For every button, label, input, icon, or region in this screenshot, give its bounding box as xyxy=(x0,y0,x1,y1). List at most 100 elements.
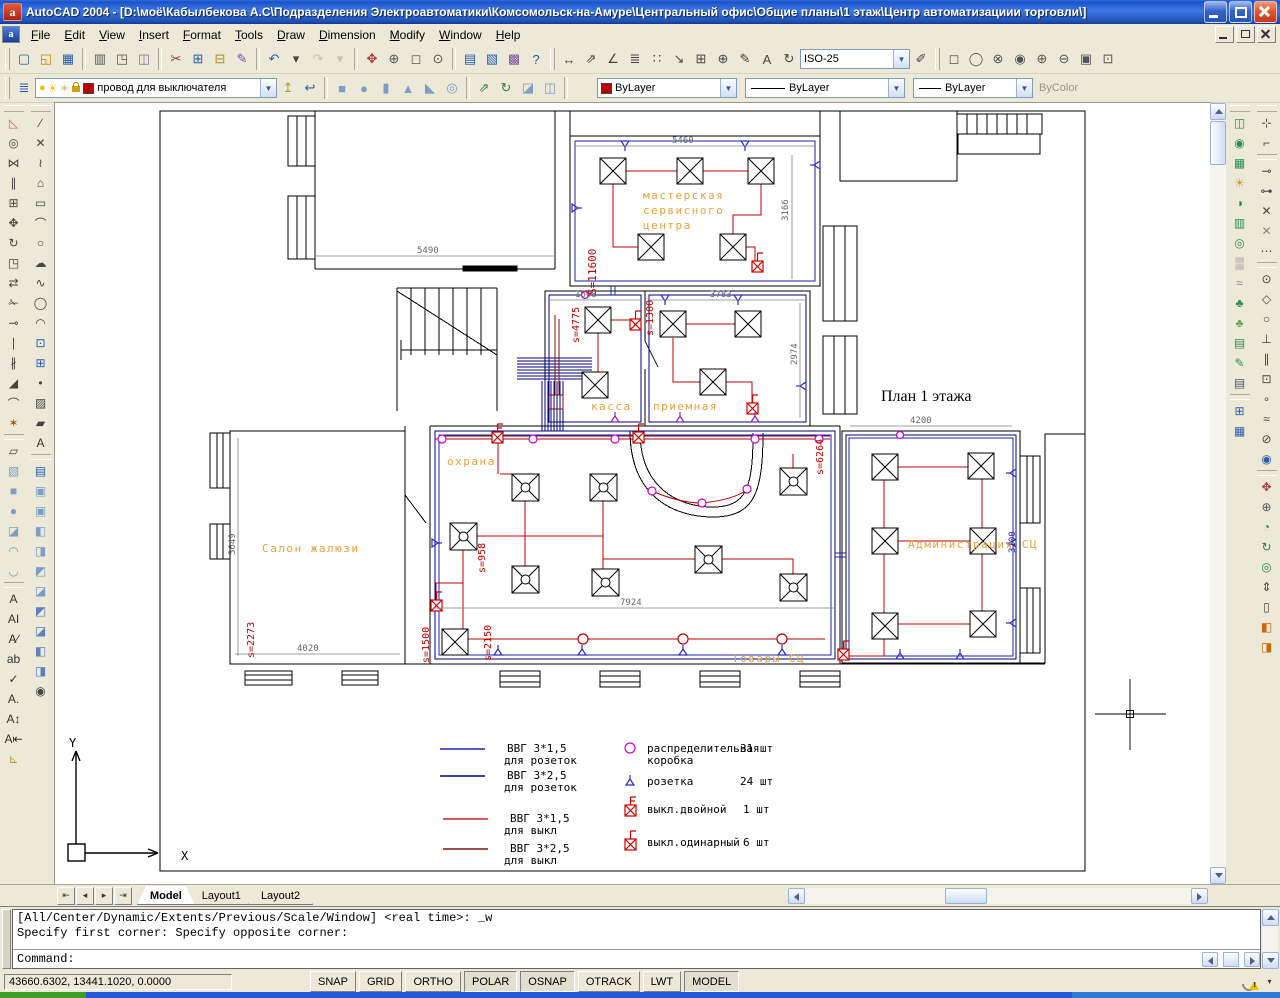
fog-icon[interactable]: ≈ xyxy=(1228,273,1252,293)
toolbar-grip[interactable] xyxy=(1230,105,1250,112)
move-icon[interactable]: ✥ xyxy=(2,213,26,233)
single-line-text-icon[interactable]: AI xyxy=(2,609,26,629)
command-text-area[interactable]: [All/Center/Dynamic/Extents/Previous/Sca… xyxy=(12,909,1261,969)
command-horizontal-scrollbar[interactable] xyxy=(1202,952,1258,966)
landscape-library-icon[interactable]: ▤ xyxy=(1228,333,1252,353)
hide-icon[interactable]: ◫ xyxy=(1228,113,1252,133)
text-style-icon[interactable]: A. xyxy=(2,689,26,709)
tool-palettes-icon[interactable]: ▩ xyxy=(503,48,525,70)
designcenter-icon[interactable]: ▧ xyxy=(481,48,503,70)
snap-apparent-intersection-icon[interactable]: ✕ xyxy=(1255,221,1279,241)
model-toggle[interactable]: MODEL xyxy=(684,971,739,992)
chevron-down-icon[interactable]: ▼ xyxy=(1016,79,1032,97)
render-preferences-icon[interactable]: ✎ xyxy=(1228,353,1252,373)
snap-quadrant-icon[interactable]: ◇ xyxy=(1255,289,1279,309)
layer-on-icon[interactable]: ● xyxy=(39,82,46,94)
erase-icon[interactable]: ◺ xyxy=(2,113,26,133)
revolve-icon[interactable]: ↻ xyxy=(495,77,517,99)
layer-properties-manager-icon[interactable]: ≣ xyxy=(13,77,35,99)
zoom-previous-icon[interactable]: ⊙ xyxy=(427,48,449,70)
surface-sphere-icon[interactable]: ● xyxy=(2,501,26,521)
chevron-down-icon[interactable]: ▼ xyxy=(720,79,736,97)
solid-torus-icon[interactable]: ◎ xyxy=(441,77,463,99)
menu-dimension[interactable]: Dimension xyxy=(312,26,383,44)
solid-sphere-icon[interactable]: ● xyxy=(353,77,375,99)
redo-dropdown-icon[interactable]: ▾ xyxy=(329,48,351,70)
dim-style-combo[interactable]: ISO-25 ▼ xyxy=(800,49,910,69)
scroll-right-icon[interactable] xyxy=(1191,888,1208,904)
3d-orbit-icon[interactable]: ◔ xyxy=(1255,517,1279,537)
explode-icon[interactable]: ✶ xyxy=(2,413,26,433)
view-bottom-icon[interactable]: ▣ xyxy=(29,501,53,521)
materials-library-icon[interactable]: ▥ xyxy=(1228,213,1252,233)
tab-layout2[interactable]: Layout2 xyxy=(248,886,313,905)
scroll-down-icon[interactable] xyxy=(1262,952,1279,969)
extend-icon[interactable]: ⊸ xyxy=(2,313,26,333)
array-icon[interactable]: ⊞ xyxy=(2,193,26,213)
toolbar-grip[interactable] xyxy=(935,48,940,70)
dish-icon[interactable]: ◡ xyxy=(2,561,26,581)
coordinates-readout[interactable]: 43660.6302, 13441.1020, 0.0000 xyxy=(4,974,232,990)
ellipse-arc-icon[interactable]: ◠ xyxy=(29,313,53,333)
scroll-up-icon[interactable] xyxy=(1210,103,1226,120)
snap-perpendicular-icon[interactable]: ⊥ xyxy=(1255,329,1279,349)
ortho-toggle[interactable]: ORTHO xyxy=(405,971,461,992)
spell-check-icon[interactable]: ✓ xyxy=(2,669,26,689)
rectangle-icon[interactable]: ▭ xyxy=(29,193,53,213)
view-nw-iso-icon[interactable]: ◨ xyxy=(29,661,53,681)
zoom-center-icon[interactable]: ◉ xyxy=(1009,48,1031,70)
view-left-icon[interactable]: ◧ xyxy=(29,521,53,541)
prev-tab-icon[interactable]: ◂ xyxy=(76,887,94,905)
menu-file[interactable]: File xyxy=(24,26,57,44)
layer-thaw-icon[interactable]: ☀ xyxy=(48,82,58,95)
toolbar-grip[interactable] xyxy=(4,105,24,112)
mtext-icon[interactable]: A xyxy=(2,589,26,609)
save-icon[interactable]: ▦ xyxy=(57,48,79,70)
redo-icon[interactable]: ↷ xyxy=(307,48,329,70)
zoom-in-icon[interactable]: ⊕ xyxy=(1031,48,1053,70)
next-tab-icon[interactable]: ▸ xyxy=(95,887,113,905)
tab-layout1[interactable]: Layout1 xyxy=(189,886,254,905)
solid-box-icon[interactable]: ■ xyxy=(331,77,353,99)
surface-box-icon[interactable]: ■ xyxy=(2,481,26,501)
slice-icon[interactable]: ◪ xyxy=(517,77,539,99)
scenes-icon[interactable]: ▦ xyxy=(1228,153,1252,173)
stretch-icon[interactable]: ⇄ xyxy=(2,273,26,293)
back-clip-icon[interactable]: ◨ xyxy=(1255,637,1279,657)
scale-icon[interactable]: ◳ xyxy=(2,253,26,273)
solid-cylinder-icon[interactable]: ▮ xyxy=(375,77,397,99)
toolbar-grip[interactable] xyxy=(1257,105,1277,112)
view-ne-iso-icon[interactable]: ◧ xyxy=(29,641,53,661)
circle-icon[interactable]: ○ xyxy=(29,233,53,253)
justify-text-icon[interactable]: A⇤ xyxy=(2,729,26,749)
toolbar-grip[interactable] xyxy=(5,77,10,99)
scroll-up-icon[interactable] xyxy=(1262,909,1279,926)
osnap-settings-icon[interactable]: ◉ xyxy=(1255,449,1279,469)
mdi-close-button[interactable] xyxy=(1257,26,1276,43)
view-se-iso-icon[interactable]: ◪ xyxy=(29,621,53,641)
dim-angular-icon[interactable]: ∠ xyxy=(602,48,624,70)
camera-icon[interactable]: ◉ xyxy=(29,681,53,701)
materials-icon[interactable]: ◑ xyxy=(1228,193,1252,213)
close-button[interactable] xyxy=(1254,1,1277,23)
offset-icon[interactable]: ∥ xyxy=(2,173,26,193)
vertical-scroll-thumb[interactable] xyxy=(1210,121,1226,165)
copy-clip-icon[interactable]: ⊞ xyxy=(187,48,209,70)
make-object-layer-current-icon[interactable]: ↥ xyxy=(277,77,299,99)
snap-midpoint-icon[interactable]: ⊶ xyxy=(1255,181,1279,201)
point-icon[interactable]: • xyxy=(29,373,53,393)
plot-preview-icon[interactable]: ◳ xyxy=(111,48,133,70)
command-vertical-scrollbar[interactable] xyxy=(1262,909,1278,969)
dim-baseline-icon[interactable]: ≣ xyxy=(624,48,646,70)
pan-realtime-icon[interactable]: ✥ xyxy=(361,48,383,70)
publish-icon[interactable]: ◫ xyxy=(133,48,155,70)
dim-style-icon[interactable]: ✐ xyxy=(910,48,932,70)
snap-tangent-icon[interactable]: ○ xyxy=(1255,309,1279,329)
rotate-icon[interactable]: ↻ xyxy=(2,233,26,253)
statistics-icon[interactable]: ▤ xyxy=(1228,373,1252,393)
drawing-canvas[interactable]: 5460 3166 5490 1608 3783 2974 5649 4020 … xyxy=(55,103,1210,884)
3d-swivel-icon[interactable]: ◎ xyxy=(1255,557,1279,577)
fillet-icon[interactable]: ⌒ xyxy=(2,393,26,413)
last-tab-icon[interactable]: ⇥ xyxy=(114,887,132,905)
paste-icon[interactable]: ⊟ xyxy=(209,48,231,70)
